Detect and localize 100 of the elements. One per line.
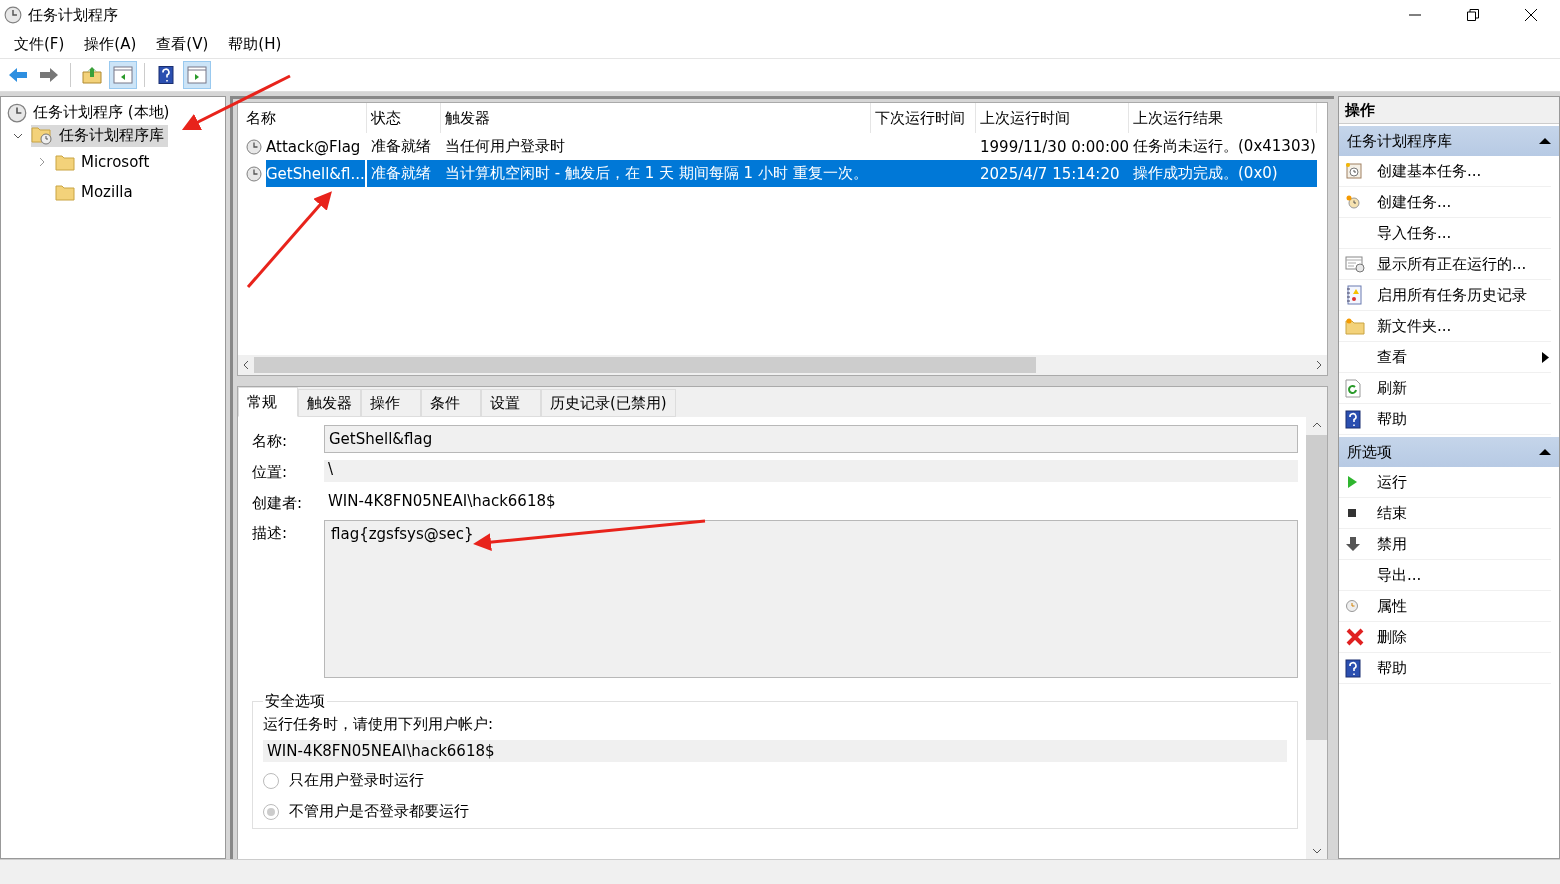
action-item[interactable]: 运行 bbox=[1339, 467, 1551, 498]
action-item[interactable]: 属性 bbox=[1339, 591, 1551, 622]
help-icon bbox=[1345, 658, 1361, 678]
panel-title: 操作 bbox=[1339, 97, 1559, 124]
collapse-triangle-icon[interactable] bbox=[1539, 137, 1551, 145]
notebook-icon bbox=[1345, 285, 1363, 305]
action-item[interactable]: 启用所有任务历史记录 bbox=[1339, 280, 1551, 311]
folder-up-icon bbox=[82, 66, 102, 84]
folder-icon bbox=[55, 153, 75, 171]
action-item[interactable]: 禁用 bbox=[1339, 529, 1551, 560]
vertical-scrollbar[interactable] bbox=[1306, 417, 1327, 859]
name-field[interactable]: GetShell&flag bbox=[324, 425, 1298, 453]
radio-button[interactable] bbox=[263, 772, 279, 789]
forward-arrow-icon bbox=[39, 67, 59, 83]
author-field: WIN-4K8FN05NEAI\hack6618$ bbox=[324, 488, 1298, 514]
section-header[interactable]: 任务计划程序库 bbox=[1339, 126, 1559, 156]
menu-item[interactable]: 查看(V) bbox=[146, 34, 219, 54]
horizontal-scrollbar[interactable] bbox=[238, 355, 1327, 375]
action-item[interactable]: 导入任务... bbox=[1339, 218, 1551, 249]
restore-icon bbox=[1467, 9, 1479, 21]
tab[interactable]: 操作 bbox=[361, 389, 421, 417]
folder-icon bbox=[55, 183, 75, 201]
field-label: 描述: bbox=[252, 523, 289, 543]
scroll-right-icon[interactable] bbox=[1315, 360, 1323, 370]
run-as-label: 运行任务时，请使用下列用户帐户: bbox=[263, 715, 495, 734]
pane-icon bbox=[113, 66, 133, 84]
action-item[interactable]: 导出... bbox=[1339, 560, 1551, 591]
tree-item[interactable]: Microsoft bbox=[55, 151, 154, 173]
clock-icon bbox=[7, 102, 27, 123]
tree-item[interactable]: Mozilla bbox=[55, 181, 137, 203]
calendar-clock-icon bbox=[1345, 162, 1363, 180]
play-icon bbox=[1345, 474, 1359, 490]
table-cell: 操作成功完成。(0x0) bbox=[1129, 160, 1317, 187]
tab[interactable]: 常规 bbox=[238, 387, 298, 417]
scroll-up-icon[interactable] bbox=[1311, 421, 1322, 429]
radio-button[interactable] bbox=[263, 803, 279, 820]
delete-icon bbox=[1345, 627, 1365, 647]
back-arrow-icon bbox=[8, 67, 28, 83]
task-row[interactable]: GetShell&fl... 准备就绪 当计算机空闲时 - 触发后，在 1 天 期间每隔 1 小时 重复一次。 2025/4/7 15:14:20 操作成功完成。(0x0) bbox=[242, 160, 1327, 187]
down-arrow-icon bbox=[1345, 536, 1361, 552]
action-item[interactable]: 结束 bbox=[1339, 498, 1551, 529]
action-item[interactable]: 查看 bbox=[1339, 342, 1551, 373]
collapse-triangle-icon[interactable] bbox=[1539, 448, 1551, 456]
clock-icon bbox=[1345, 599, 1359, 613]
scroll-down-icon[interactable] bbox=[1311, 847, 1322, 855]
tab[interactable]: 设置 bbox=[481, 389, 541, 417]
close-icon bbox=[1525, 9, 1537, 21]
folder-clock-icon bbox=[31, 126, 53, 145]
column-header[interactable]: 上次运行结果 bbox=[1129, 103, 1317, 133]
column-header[interactable]: 下次运行时间 bbox=[871, 103, 976, 133]
menu-item[interactable]: 文件(F) bbox=[4, 34, 75, 54]
table-cell-text: 1999/11/30 0:00:00 bbox=[979, 136, 1129, 158]
submenu-arrow-icon bbox=[1542, 351, 1549, 363]
location-field: \ bbox=[324, 459, 1298, 482]
description-field[interactable]: flag{zgsfsys@sec} bbox=[324, 520, 1298, 678]
action-item[interactable]: 新文件夹... bbox=[1339, 311, 1551, 342]
field-label: 创建者: bbox=[252, 492, 304, 513]
tab[interactable]: 条件 bbox=[421, 389, 481, 417]
action-item[interactable]: 显示所有正在运行的... bbox=[1339, 249, 1551, 280]
radio-label: 只在用户登录时运行 bbox=[289, 771, 424, 790]
tree-item[interactable]: 任务计划程序 (本地) bbox=[1, 101, 225, 124]
window-title: 任务计划程序 bbox=[28, 5, 118, 25]
account-field: WIN-4K8FN05NEAI\hack6618$ bbox=[263, 740, 1287, 762]
action-item[interactable]: 帮助 bbox=[1339, 653, 1551, 684]
clock-icon bbox=[246, 165, 262, 182]
stop-icon bbox=[1345, 506, 1359, 520]
field-label: 位置: bbox=[252, 462, 289, 482]
tab[interactable]: 触发器 bbox=[298, 389, 361, 417]
radio-label: 不管用户是否登录都要运行 bbox=[289, 802, 469, 821]
table-cell: GetShell&fl... bbox=[266, 160, 365, 187]
menu-item[interactable]: 帮助(H) bbox=[218, 34, 292, 54]
section-header[interactable]: 所选项 bbox=[1339, 437, 1559, 467]
column-header[interactable]: 状态 bbox=[367, 103, 441, 133]
action-item[interactable]: 删除 bbox=[1339, 622, 1551, 653]
task-row[interactable]: Attack@Flag 准备就绪 当任何用户登录时 1999/11/30 0:00:00 任务尚未运行。(0x41303) bbox=[242, 133, 1327, 160]
clock-icon bbox=[4, 6, 22, 24]
column-header[interactable]: 上次运行时间 bbox=[976, 103, 1129, 133]
table-cell: 当计算机空闲时 - 触发后，在 1 天 期间每隔 1 小时 重复一次。 bbox=[441, 160, 871, 187]
action-item[interactable]: 帮助 bbox=[1339, 404, 1551, 435]
tab[interactable]: 历史记录(已禁用) bbox=[541, 389, 676, 417]
new-folder-icon bbox=[1345, 317, 1365, 335]
pane-icon bbox=[187, 66, 207, 84]
action-item[interactable]: 创建基本任务... bbox=[1339, 156, 1551, 187]
table-cell-text: 当任何用户登录时 bbox=[444, 136, 566, 157]
column-header[interactable]: 名称 bbox=[242, 103, 367, 133]
table-cell-text: Attack@Flag bbox=[266, 136, 361, 158]
field-label: 名称: bbox=[252, 430, 289, 451]
table-cell: 准备就绪 bbox=[367, 160, 441, 187]
action-item[interactable]: 创建任务... bbox=[1339, 187, 1551, 218]
group-title: 安全选项 bbox=[264, 692, 326, 711]
table-cell-text: 准备就绪 bbox=[370, 136, 432, 157]
action-item[interactable]: 刷新 bbox=[1339, 373, 1551, 404]
help-icon bbox=[158, 65, 174, 85]
menu-item[interactable]: 操作(A) bbox=[74, 34, 147, 54]
scroll-left-icon[interactable] bbox=[242, 360, 250, 370]
window-clock-icon bbox=[1345, 255, 1365, 273]
tree-item[interactable]: 任务计划程序库 bbox=[31, 124, 168, 147]
table-cell: 2025/4/7 15:14:20 bbox=[976, 160, 1129, 187]
help-icon bbox=[1345, 409, 1361, 429]
column-header[interactable]: 触发器 bbox=[441, 103, 871, 133]
